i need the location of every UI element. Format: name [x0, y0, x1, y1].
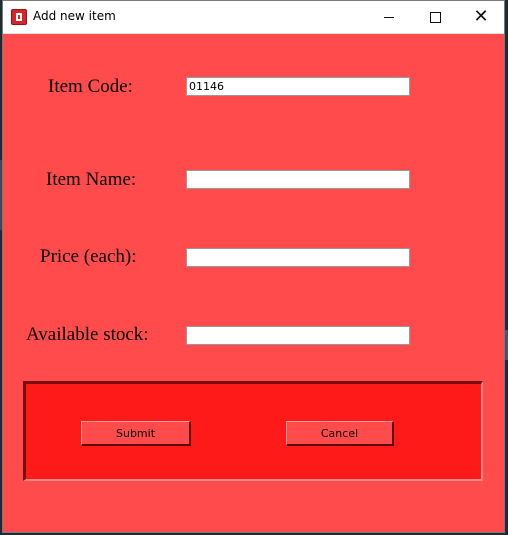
- submit-button[interactable]: Submit: [81, 421, 191, 446]
- button-panel: Submit Cancel: [23, 381, 483, 481]
- close-button[interactable]: ✕: [458, 1, 504, 33]
- minimize-icon: [384, 16, 394, 18]
- available-stock-label: Available stock:: [26, 324, 149, 345]
- add-item-window: Add new item ✕ Item Code: Item Name: Pri…: [2, 0, 505, 533]
- close-icon: ✕: [473, 6, 489, 27]
- item-code-label: Item Code:: [48, 76, 133, 97]
- maximize-button[interactable]: [412, 1, 458, 33]
- app-window-icon: [11, 9, 27, 25]
- available-stock-input[interactable]: [186, 326, 410, 345]
- cancel-button[interactable]: Cancel: [286, 421, 394, 446]
- window-title: Add new item: [33, 9, 116, 23]
- item-code-input[interactable]: [186, 77, 410, 96]
- price-label: Price (each):: [40, 246, 137, 267]
- item-name-label: Item Name:: [46, 169, 137, 190]
- price-input[interactable]: [186, 248, 410, 267]
- minimize-button[interactable]: [366, 1, 412, 33]
- maximize-icon: [429, 11, 441, 23]
- item-name-input[interactable]: [186, 170, 410, 189]
- title-bar[interactable]: Add new item ✕: [3, 1, 504, 34]
